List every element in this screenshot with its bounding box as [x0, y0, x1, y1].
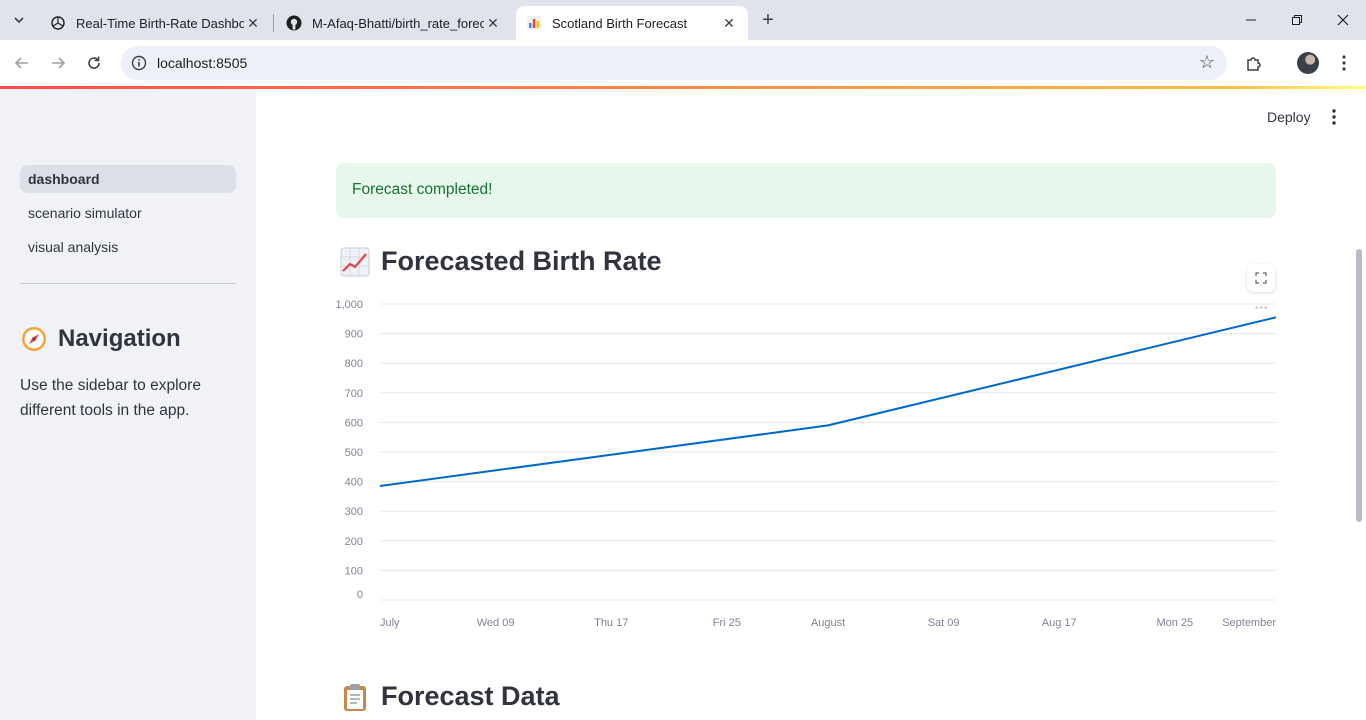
y-tick-label: 500 — [345, 447, 363, 459]
close-tab-icon[interactable]: ✕ — [244, 14, 262, 32]
close-window-button[interactable] — [1320, 0, 1366, 40]
sidebar-item-dashboard[interactable]: dashboard — [20, 165, 236, 193]
bookmark-star-icon[interactable]: ☆ — [1199, 52, 1215, 73]
y-tick-label: 1,000 — [335, 299, 363, 311]
forecast-series-line — [379, 316, 1277, 487]
x-tick-label: Wed 09 — [477, 617, 515, 629]
minimize-button[interactable] — [1228, 0, 1274, 40]
app-menu-button[interactable] — [1322, 105, 1346, 129]
chart-svg: 1,000 900 800 700 600 500 400 300 200 100 0 July Wed… — [335, 299, 1277, 629]
close-tab-icon[interactable]: ✕ — [484, 14, 502, 32]
reload-button[interactable] — [81, 50, 107, 76]
tab-title: Real-Time Birth-Rate Dashboard — [76, 15, 244, 31]
sidebar-item-scenario-simulator[interactable]: scenario simulator — [20, 199, 236, 227]
x-tick-label: Aug 17 — [1042, 617, 1077, 629]
data-heading: Forecast Data — [340, 681, 560, 712]
y-tick-label: 800 — [345, 358, 363, 370]
sidebar-heading: Navigation — [20, 325, 181, 353]
success-alert: Forecast completed! — [336, 163, 1276, 218]
chart-increasing-icon — [340, 247, 370, 276]
x-tick-label: August — [811, 617, 845, 629]
fullscreen-button[interactable] — [1247, 264, 1275, 292]
tab-search-button[interactable] — [6, 7, 32, 33]
y-tick-label: 600 — [345, 417, 363, 429]
data-heading-text: Forecast Data — [381, 681, 560, 711]
y-tick-label: 400 — [345, 477, 363, 489]
browser-menu-icon[interactable] — [1332, 51, 1356, 75]
github-icon — [286, 15, 302, 31]
chart-favicon-icon — [526, 15, 542, 31]
back-button[interactable] — [9, 50, 35, 76]
minimize-icon — [1246, 19, 1256, 21]
close-tab-icon[interactable]: ✕ — [720, 14, 738, 32]
y-tick-label: 900 — [345, 329, 363, 341]
sidebar-description: Use the sidebar to explore different too… — [20, 377, 201, 419]
extensions-icon[interactable] — [1242, 51, 1266, 75]
sidebar-divider — [20, 283, 236, 284]
y-tick-label: 200 — [345, 536, 363, 548]
plus-icon: + — [762, 8, 774, 31]
deploy-button[interactable]: Deploy — [1258, 105, 1320, 129]
profile-avatar[interactable] — [1297, 52, 1319, 74]
alert-text: Forecast completed! — [352, 181, 493, 198]
chart-heading-text: Forecasted Birth Rate — [381, 246, 662, 276]
arrow-left-icon — [14, 57, 28, 69]
x-tick-label: September — [1222, 617, 1276, 629]
chart-heading: Forecasted Birth Rate — [340, 246, 662, 277]
x-tick-label: Thu 17 — [594, 617, 628, 629]
browser-tab-1[interactable]: Real-Time Birth-Rate Dashboard ✕ — [40, 6, 272, 40]
browser-tab-strip: Real-Time Birth-Rate Dashboard ✕ M-Afaq-… — [0, 0, 1366, 40]
arrow-right-icon — [52, 57, 66, 69]
x-tick-label: July — [380, 617, 400, 629]
tab-title: Scotland Birth Forecast — [552, 15, 688, 31]
browser-tab-3-active[interactable]: Scotland Birth Forecast ✕ — [516, 6, 748, 40]
y-tick-label: 0 — [357, 589, 363, 601]
forward-button[interactable] — [45, 50, 71, 76]
address-bar[interactable]: localhost:8505 ☆ — [121, 46, 1227, 80]
clipboard-icon — [344, 683, 366, 711]
tab-title: M-Afaq-Bhatti/birth_rate_forecast — [312, 15, 484, 31]
main-scrollbar[interactable] — [1356, 249, 1362, 522]
y-tick-label: 100 — [345, 565, 363, 577]
fullscreen-icon — [1255, 272, 1267, 284]
y-tick-label: 700 — [345, 388, 363, 400]
browser-tab-2[interactable]: M-Afaq-Bhatti/birth_rate_forecast ✕ — [276, 6, 512, 40]
chevron-down-icon — [14, 17, 24, 24]
restore-icon — [1292, 15, 1302, 25]
restore-button[interactable] — [1274, 0, 1320, 40]
compass-icon — [22, 327, 46, 351]
sidebar: dashboard scenario simulator visual anal… — [0, 89, 256, 720]
reload-icon — [88, 56, 100, 69]
site-info-icon[interactable] — [130, 54, 148, 72]
x-tick-label: Fri 25 — [713, 617, 741, 629]
browser-toolbar: localhost:8505 ☆ — [0, 40, 1366, 86]
sidebar-title-text: Navigation — [58, 325, 181, 352]
new-tab-button[interactable]: + — [756, 8, 780, 32]
close-icon — [1337, 14, 1349, 26]
x-tick-label: Sat 09 — [928, 617, 960, 629]
tab-separator — [273, 14, 274, 32]
sidebar-item-visual-analysis[interactable]: visual analysis — [20, 233, 236, 261]
url-text[interactable]: localhost:8505 — [157, 55, 247, 71]
openai-icon — [50, 15, 66, 31]
x-tick-label: Mon 25 — [1156, 617, 1193, 629]
more-vertical-icon — [1332, 109, 1336, 125]
forecast-line-chart: 1,000 900 800 700 600 500 400 300 200 100 0 July Wed… — [332, 290, 1282, 635]
y-tick-label: 300 — [345, 506, 363, 518]
